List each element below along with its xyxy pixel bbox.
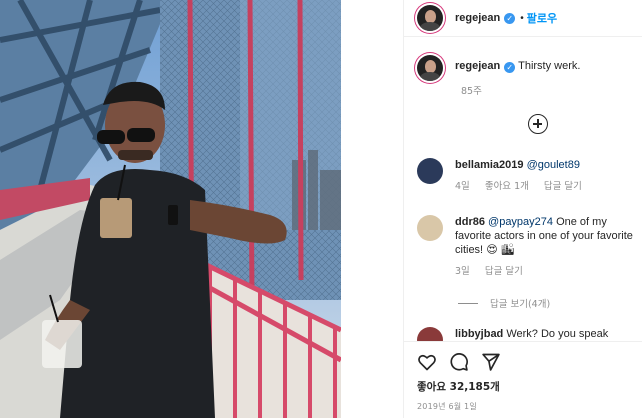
heart-icon[interactable] xyxy=(417,352,437,372)
comment-item: ddr86 @paypay274 One of my favorite acto… xyxy=(417,215,641,279)
reply-button[interactable]: 답글 달기 xyxy=(544,181,582,192)
view-replies-label: 답글 보기(4개) xyxy=(490,299,551,310)
comment-item: bellamia2019 @goulet89 4일 좋아요 1개 답글 달기 xyxy=(417,158,641,194)
caption-avatar[interactable] xyxy=(417,55,443,81)
author-username[interactable]: regejean xyxy=(455,12,500,24)
commenter-avatar[interactable] xyxy=(417,158,443,184)
comment-age: 4일 xyxy=(455,181,470,192)
photo-illustration xyxy=(0,0,341,418)
comment-meta: 3일 답글 달기 xyxy=(455,265,641,279)
view-replies-button[interactable]: 답글 보기(4개) xyxy=(458,296,550,310)
comment-username[interactable]: bellamia2019 xyxy=(455,159,524,171)
post-date: 2019년 6월 1일 xyxy=(417,402,477,411)
load-more-comments-icon[interactable] xyxy=(528,114,548,134)
comment-text: Werk? Do you speak xyxy=(503,328,609,340)
comment-mention[interactable]: @goulet89 xyxy=(527,159,580,171)
author-avatar[interactable] xyxy=(417,5,443,31)
replies-divider xyxy=(458,302,478,304)
comment-likes[interactable]: 좋아요 1개 xyxy=(485,181,529,192)
comment-age: 3일 xyxy=(455,266,470,277)
caption-age: 85주 xyxy=(461,86,482,97)
post-header: regejean ✓ • 팔로우 xyxy=(404,0,642,37)
post-caption: regejean ✓ Thirsty werk. 85주 xyxy=(417,55,639,97)
comment-meta: 4일 좋아요 1개 답글 달기 xyxy=(455,180,641,194)
comment-mention[interactable]: @paypay274 xyxy=(488,216,553,228)
verified-badge-icon: ✓ xyxy=(504,62,516,73)
verified-badge-icon: ✓ xyxy=(504,12,516,24)
reply-button[interactable]: 답글 달기 xyxy=(485,266,523,277)
follow-button[interactable]: 팔로우 xyxy=(527,10,557,26)
commenter-avatar[interactable] xyxy=(417,215,443,241)
comment-username[interactable]: ddr86 xyxy=(455,216,485,228)
comment-emoji: 😍 🏙 xyxy=(486,244,515,256)
caption-username[interactable]: regejean xyxy=(455,60,500,72)
separator-dot: • xyxy=(520,12,524,24)
share-icon[interactable] xyxy=(481,352,501,372)
post-sidebar: regejean ✓ • 팔로우 regejean ✓ Thirsty werk.… xyxy=(403,0,642,418)
post-photo xyxy=(0,0,341,418)
post-actions: 좋아요 32,185개 2019년 6월 1일 xyxy=(404,341,642,418)
comment-icon[interactable] xyxy=(449,352,469,372)
caption-text: Thirsty werk. xyxy=(518,60,581,72)
comment-username[interactable]: libbyjbad xyxy=(455,328,503,340)
likes-count[interactable]: 좋아요 32,185개 xyxy=(417,379,500,394)
